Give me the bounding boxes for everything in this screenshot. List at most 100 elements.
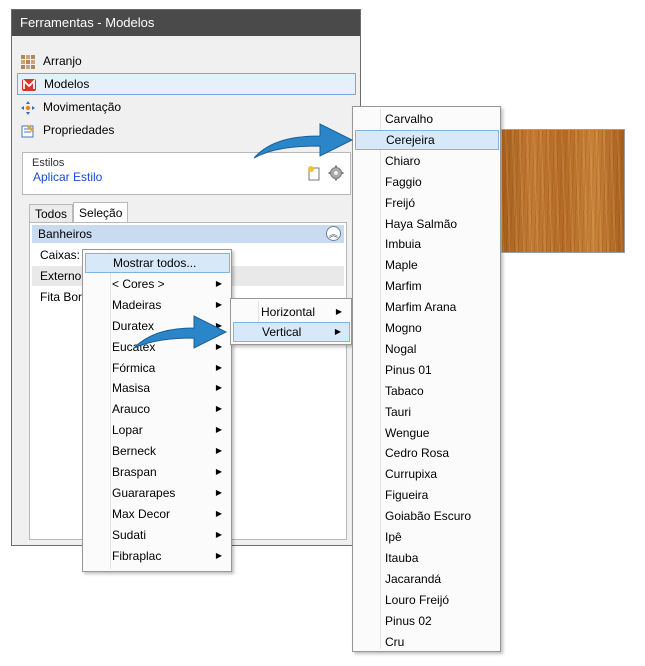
menu-item-label: Horizontal [261,305,316,319]
menu-item-f-rmica[interactable]: Fórmica ▶ [85,358,230,378]
tab-strip: Todos Seleção [29,202,129,224]
wood-item[interactable]: Pinus 01 [355,360,499,380]
wood-item-label: Mogno [385,321,422,335]
context-menu: Mostrar todos... < Cores > ▶ Madeiras ▶ Durat… [82,249,232,572]
menu-item-label: Fibraplac [112,548,162,563]
models-icon [22,78,36,92]
wood-item[interactable]: Marfim [355,276,499,296]
nav-item-modelos[interactable]: Modelos [17,73,356,95]
wood-item-label: Freijó [385,195,416,210]
wood-item[interactable]: Tauri [355,402,499,422]
wood-item-label: Chiaro [385,153,421,168]
menu-item-guararapes[interactable]: Guararapes ▶ [85,483,230,503]
wood-orientation-submenu: Horizontal ▶ Vertical ▶ [230,298,352,345]
wood-item[interactable]: Cerejeira [355,129,499,150]
wood-item[interactable]: Nogal [355,339,499,359]
chevron-right-icon: ▶ [334,327,341,336]
wood-item[interactable]: Imbuia [355,234,499,254]
apply-style-link[interactable]: Aplicar Estilo [33,170,102,184]
wood-item-label: Tabaco [385,383,424,398]
chevron-right-icon: ▶ [335,307,342,316]
wood-item-label: Marfim Arana [385,300,457,315]
wood-item[interactable]: Currupixa [355,464,499,484]
menu-item-lopar[interactable]: Lopar ▶ [85,420,230,440]
menu-item-label: Arauco [112,402,151,417]
wood-item-label: Pinus 01 [385,362,432,377]
group-title: Banheiros [38,227,93,241]
nav-item-label: Modelos [44,77,90,91]
wood-list-submenu: Carvalho Cerejeira Chiaro Faggio Freijó Haya … [352,106,501,652]
wood-item[interactable]: Figueira [355,485,499,505]
chevron-right-icon: ▶ [215,446,222,456]
nav-item-label: Arranjo [43,54,82,68]
tab-todos[interactable]: Todos [29,204,74,224]
wood-item[interactable]: Louro Freijó [355,590,499,610]
menu-item-max-decor[interactable]: Max Decor ▶ [85,504,230,524]
wood-item-label: Carvalho [385,112,434,126]
wood-item-label: Cedro Rosa [385,446,450,461]
window-title: Ferramentas - Modelos [12,10,360,36]
new-style-icon[interactable] [307,165,321,184]
nav-item-arranjo[interactable]: Arranjo [17,50,356,72]
wood-item-label: Cerejeira [386,132,435,147]
menu-item-fibraplac[interactable]: Fibraplac ▶ [85,546,230,566]
menu-item-label: Mostrar todos... [113,256,197,270]
wood-item-label: Goiabão Escuro [385,509,472,524]
gear-icon[interactable] [328,165,344,184]
chevron-right-icon: ▶ [215,383,222,393]
tab-selecao[interactable]: Seleção [73,202,129,224]
wood-item[interactable]: Ipê [355,527,499,547]
wood-item[interactable]: Faggio [355,172,499,192]
group-header[interactable]: Banheiros ︽ [32,225,344,243]
wood-item[interactable]: Freijó [355,193,499,213]
wood-item[interactable]: Jacarandá [355,569,499,589]
wood-item[interactable]: Haya Salmão [355,214,499,234]
chevron-right-icon: ▶ [215,404,222,414]
nav-item-label: Propriedades [43,123,115,137]
styles-legend: Estilos [31,157,66,169]
menu-item-vertical[interactable]: Vertical ▶ [233,322,350,342]
menu-item-arauco[interactable]: Arauco ▶ [85,399,230,419]
wood-item[interactable]: Pinus 02 [355,611,499,631]
menu-item-braspan[interactable]: Braspan ▶ [85,462,230,482]
chevron-right-icon: ▶ [215,278,222,288]
menu-item-label: Masisa [112,381,151,396]
wood-item[interactable]: Marfim Arana [355,297,499,317]
wood-item[interactable]: Itauba [355,548,499,568]
menu-item-label: Guararapes [112,485,176,500]
wood-item-label: Imbuia [385,237,422,252]
menu-item-sudati[interactable]: Sudati ▶ [85,525,230,545]
wood-item[interactable]: Maple [355,255,499,275]
wood-item-label: Wengue [385,425,430,440]
wood-item[interactable]: Cedro Rosa [355,443,499,463]
row-label: Caixas: [40,248,81,262]
menu-item-horizontal[interactable]: Horizontal ▶ [233,302,350,322]
chevron-right-icon: ▶ [215,529,222,539]
wood-item-label: Itauba [385,550,419,565]
wood-item[interactable]: Mogno [355,318,499,338]
wood-item-label: Marfim [385,279,422,294]
callout-arrow-icon [133,315,228,349]
menu-item-cores[interactable]: < Cores > ▶ [85,274,230,294]
menu-item-label: Vertical [262,325,302,339]
wood-item-label: Jacarandá [385,571,442,586]
wood-item[interactable]: Carvalho [355,109,499,129]
menu-item-mostrar-todos[interactable]: Mostrar todos... [85,253,230,273]
menu-item-label: Fórmica [112,360,156,375]
menu-item-masisa[interactable]: Masisa ▶ [85,378,230,398]
properties-icon [21,123,35,138]
styles-toolbar [307,165,344,184]
chevron-right-icon: ▶ [215,487,222,497]
wood-item[interactable]: Cru [355,632,499,652]
wood-item[interactable]: Goiabão Escuro [355,506,499,526]
menu-item-label: Lopar [112,423,143,438]
nav-item-movimentacao[interactable]: Movimentação [17,96,356,118]
wood-item[interactable]: Chiaro [355,151,499,171]
wood-item-label: Tauri [385,404,412,419]
menu-item-berneck[interactable]: Berneck ▶ [85,441,230,461]
wood-item[interactable]: Wengue [355,423,499,443]
chevron-right-icon: ▶ [215,508,222,518]
wood-item-label: Figueira [385,488,429,503]
collapse-icon[interactable]: ︽ [326,226,341,241]
wood-item[interactable]: Tabaco [355,381,499,401]
